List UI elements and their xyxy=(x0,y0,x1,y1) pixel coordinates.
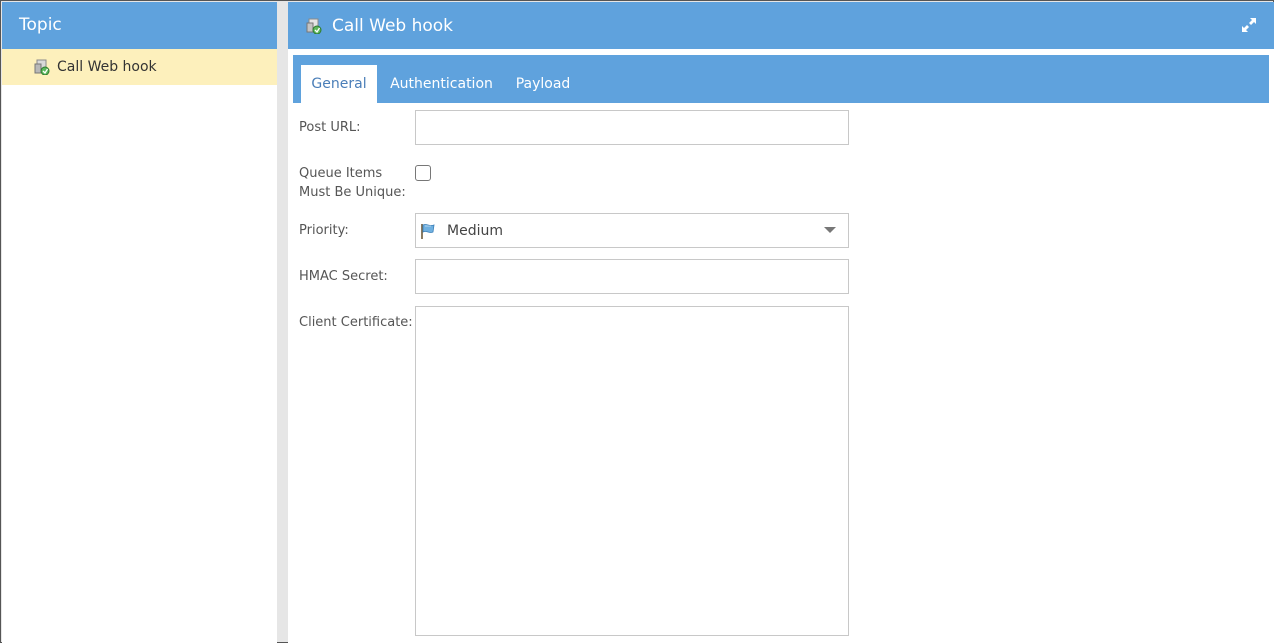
priority-select[interactable]: Medium xyxy=(415,213,849,248)
chevron-down-icon[interactable] xyxy=(824,227,836,233)
post-url-label: Post URL: xyxy=(299,120,361,135)
web-hook-icon xyxy=(306,18,322,34)
expand-icon[interactable] xyxy=(1240,16,1258,34)
queue-unique-checkbox[interactable] xyxy=(415,165,431,181)
hmac-secret-input[interactable] xyxy=(415,259,849,294)
priority-value: Medium xyxy=(447,222,503,239)
app-frame: Topic Call Web hook Call Web hook Genera… xyxy=(0,0,1274,643)
tree-item-call-web-hook[interactable]: Call Web hook xyxy=(2,49,277,85)
detail-panel: Call Web hook General Authentication Pay… xyxy=(288,2,1274,643)
client-certificate-label: Client Certificate: xyxy=(299,315,413,330)
tab-general[interactable]: General xyxy=(301,65,377,103)
tab-bar: General Authentication Payload xyxy=(293,55,1269,103)
tree-item-label: Call Web hook xyxy=(57,59,157,75)
tab-payload[interactable]: Payload xyxy=(509,65,577,103)
topic-panel: Topic Call Web hook xyxy=(2,2,277,643)
queue-unique-label-line1: Queue Items xyxy=(299,166,383,181)
flag-icon xyxy=(421,223,435,239)
detail-panel-header: Call Web hook xyxy=(288,2,1274,49)
tab-authentication[interactable]: Authentication xyxy=(384,65,499,103)
post-url-input[interactable] xyxy=(415,110,849,145)
topic-panel-title: Topic xyxy=(2,2,277,49)
priority-label: Priority: xyxy=(299,223,349,238)
page-title: Call Web hook xyxy=(332,15,454,36)
web-hook-icon xyxy=(34,59,50,75)
hmac-secret-label: HMAC Secret: xyxy=(299,269,388,284)
queue-unique-label-line2: Must Be Unique: xyxy=(299,185,406,200)
client-certificate-textarea[interactable] xyxy=(415,306,849,636)
